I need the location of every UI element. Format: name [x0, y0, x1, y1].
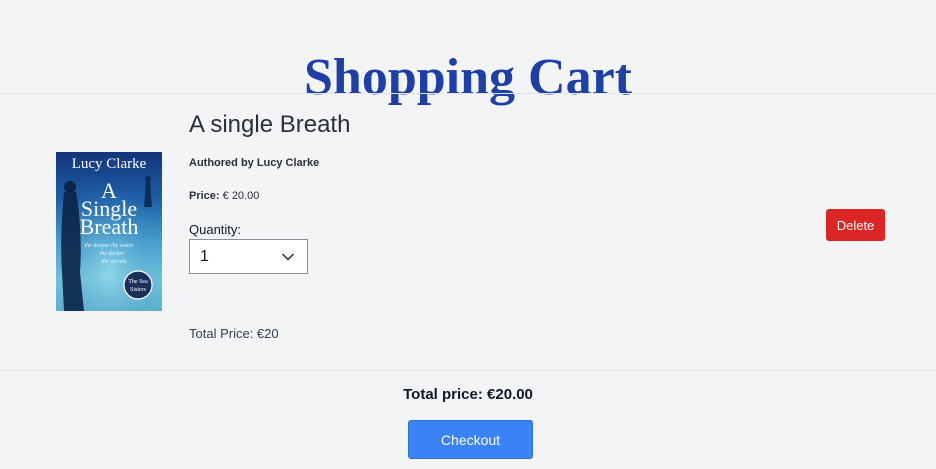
svg-text:the secrets: the secrets [101, 259, 127, 265]
item-total-price: Total Price: €20 [189, 326, 279, 341]
checkout-button[interactable]: Checkout [408, 420, 533, 459]
svg-text:the darker: the darker [100, 251, 125, 257]
quantity-label: Quantity: [189, 222, 242, 237]
price-value: € 20.00 [222, 190, 260, 202]
page-title: Shopping Cart [304, 48, 632, 106]
chevron-down-icon [281, 250, 295, 269]
cover-author-text: Lucy Clarke [71, 156, 147, 172]
book-cover-image: The Sea Sisters the deeper the water the… [56, 152, 162, 311]
delete-button[interactable]: Delete [826, 209, 885, 241]
cart-total-price: Total price: €20.00 [403, 386, 533, 403]
price-label: Price: [189, 190, 220, 202]
header-divider [0, 93, 936, 94]
book-title: A single Breath [189, 111, 351, 138]
quantity-select[interactable]: 1 [189, 239, 308, 274]
svg-text:The Sea: The Sea [128, 279, 148, 285]
svg-text:the deeper the water: the deeper the water [84, 243, 134, 249]
book-author: Authored by Lucy Clarke [189, 157, 320, 169]
quantity-value: 1 [200, 248, 209, 265]
summary-divider [0, 370, 936, 371]
svg-text:Sisters: Sisters [130, 287, 147, 293]
cover-title-line3: Breath [79, 214, 139, 239]
book-price: Price: € 20.00 [189, 190, 259, 202]
